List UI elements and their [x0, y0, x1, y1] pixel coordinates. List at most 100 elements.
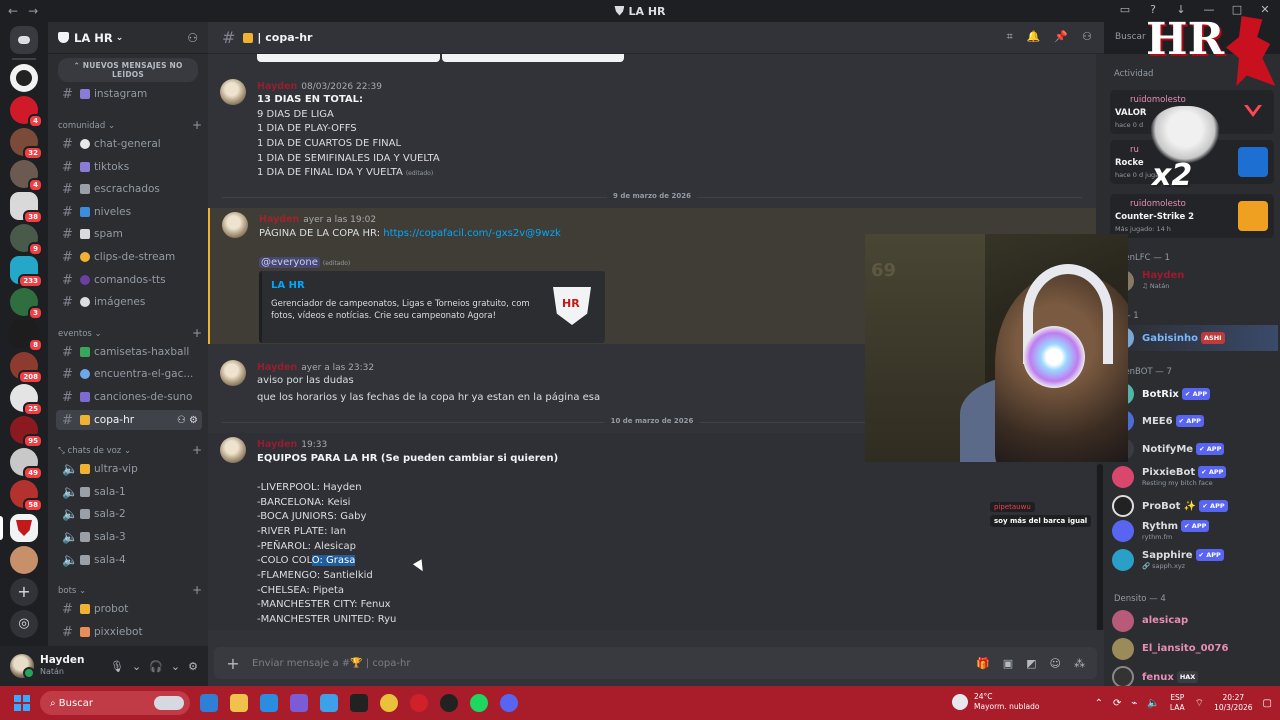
channel-escrachados[interactable]: # escrachados: [56, 179, 202, 199]
message-author[interactable]: Hayden: [257, 439, 297, 450]
capture-icon[interactable]: [350, 694, 368, 712]
member-item[interactable]: ProBot ✨ ✔ APP: [1112, 493, 1278, 519]
server-icon-13[interactable]: 49: [10, 448, 43, 480]
category-eventos[interactable]: eventos ⌄ +: [58, 327, 202, 339]
clock[interactable]: 20:27 10/3/2026: [1214, 693, 1252, 713]
chrome-icon[interactable]: [380, 694, 398, 712]
voice-sala-2[interactable]: 🔈 sala-2: [56, 504, 202, 524]
add-channel-icon[interactable]: +: [192, 119, 202, 131]
calculator-icon[interactable]: [260, 694, 278, 712]
channel-imagenes[interactable]: # imágenes: [56, 292, 202, 312]
notification-bell-icon[interactable]: 🔔: [1027, 30, 1041, 44]
server-icon-folder[interactable]: 8: [10, 320, 43, 352]
avatar[interactable]: [10, 654, 35, 679]
channel-clips-de-stream[interactable]: # clips-de-stream: [56, 247, 202, 267]
add-channel-icon[interactable]: +: [192, 327, 202, 339]
channel-pixxiebot[interactable]: # pixxiebot: [56, 622, 202, 642]
add-channel-icon[interactable]: +: [192, 584, 202, 596]
volume-icon[interactable]: 🔈: [1147, 698, 1159, 709]
chevron-down-icon[interactable]: ⌄: [132, 660, 141, 673]
server-icon-red[interactable]: 4: [10, 96, 43, 128]
file-explorer-icon[interactable]: [230, 694, 248, 712]
store-icon[interactable]: [200, 694, 218, 712]
channel-canciones-de-suno[interactable]: # canciones-de-suno: [56, 387, 202, 407]
sticker-icon[interactable]: ◩: [1026, 657, 1036, 670]
server-icon-7[interactable]: 233: [10, 256, 43, 288]
channel-niveles[interactable]: # niveles: [56, 202, 202, 222]
member-item[interactable]: Hayden ♫ Natán: [1112, 268, 1278, 294]
chevron-down-icon[interactable]: ⌄: [171, 660, 180, 673]
member-item[interactable]: Rythm ✔ APP rythm.fm: [1112, 518, 1278, 544]
everyone-mention[interactable]: @everyone: [259, 257, 320, 268]
scrollbar-thumb[interactable]: [1097, 464, 1103, 634]
channel-copa-hr[interactable]: # copa-hr ⚇ ⚙: [56, 410, 202, 430]
wifi-icon[interactable]: ⌔: [1195, 697, 1204, 710]
server-icon-16[interactable]: [10, 546, 38, 574]
headphones-icon[interactable]: 🎧: [149, 660, 163, 673]
composer-placeholder[interactable]: Enviar mensaje a #🏆 | copa-hr: [252, 658, 410, 669]
category-chats-de-voz[interactable]: ⤡ chats de voz ⌄ +: [58, 444, 202, 456]
server-icon-14[interactable]: 58: [10, 480, 43, 512]
language-indicator[interactable]: ESP LAA: [1170, 693, 1185, 713]
copa-link[interactable]: https://copafacil.com/-gxs2v@9wzk: [383, 228, 561, 239]
spotify-icon[interactable]: [470, 694, 488, 712]
windows-start-icon[interactable]: [14, 695, 30, 711]
notifications-icon[interactable]: ▢: [1263, 698, 1272, 709]
server-icon-8[interactable]: 3: [10, 288, 43, 320]
discord-icon[interactable]: [500, 694, 518, 712]
gif-icon[interactable]: ▣: [1003, 657, 1013, 670]
image-attachment[interactable]: [442, 54, 624, 62]
invite-people-icon[interactable]: ⚇: [187, 31, 198, 45]
channel-encuentra-el-gac[interactable]: # encuentra-el-gac...: [56, 364, 202, 384]
member-item[interactable]: PixxieBot ✔ APP Resting my bitch face: [1112, 464, 1278, 490]
avatar[interactable]: [220, 360, 246, 386]
message-composer[interactable]: + Enviar mensaje a #🏆 | copa-hr 🎁 ▣ ◩ ☺ …: [214, 647, 1097, 679]
channel-settings-gear-icon[interactable]: ⚇ ⚙: [177, 415, 198, 426]
new-messages-pill[interactable]: ⌃ NUEVOS MENSAJES NO LEÍDOS: [58, 58, 198, 82]
add-attachment-button[interactable]: +: [214, 654, 252, 673]
member-item[interactable]: El_iansito_0076: [1112, 636, 1278, 662]
image-attachment[interactable]: [257, 54, 440, 62]
channel-chat-general[interactable]: # chat-general: [56, 134, 202, 154]
channel-camisetas-haxball[interactable]: # camisetas-haxball: [56, 342, 202, 362]
voice-sala-1[interactable]: 🔈 sala-1: [56, 482, 202, 502]
add-server-button[interactable]: +: [10, 578, 38, 606]
server-icon-12[interactable]: 95: [10, 416, 43, 448]
voice-sala-3[interactable]: 🔈 sala-3: [56, 527, 202, 547]
server-icon-4[interactable]: 4: [10, 160, 43, 192]
microphone-icon[interactable]: 🎙: [110, 660, 124, 673]
avatar[interactable]: [220, 437, 246, 463]
threads-icon[interactable]: ⌗: [1007, 30, 1013, 44]
emoji-icon[interactable]: ☺: [1050, 657, 1061, 670]
taskbar-search[interactable]: ⌕ Buscar: [40, 691, 190, 715]
member-item[interactable]: Gabisinho ASHI: [1112, 325, 1278, 351]
direct-messages-button[interactable]: [10, 26, 38, 54]
avatar[interactable]: [220, 79, 246, 105]
network-icon[interactable]: ⌁: [1131, 698, 1137, 709]
teams-icon[interactable]: [290, 694, 308, 712]
server-icon-la-hr[interactable]: [10, 514, 38, 542]
member-list-icon[interactable]: ⚇: [1082, 30, 1092, 44]
server-icon-3[interactable]: 32: [10, 128, 43, 160]
server-icon-5[interactable]: 38: [10, 192, 43, 224]
gift-icon[interactable]: 🎁: [976, 657, 990, 670]
member-item[interactable]: alesicap: [1112, 608, 1278, 634]
server-icon-11[interactable]: 25: [10, 384, 43, 416]
weather-widget[interactable]: 24°C Mayorm. nublado: [952, 692, 1039, 712]
channel-spam[interactable]: # spam: [56, 224, 202, 244]
channel-tiktoks[interactable]: # tiktoks: [56, 157, 202, 177]
server-icon-10[interactable]: 208: [10, 352, 43, 384]
member-item[interactable]: NotifyMe ✔ APP: [1112, 436, 1278, 462]
message-author[interactable]: Hayden: [257, 81, 297, 92]
category-comunidad[interactable]: comunidad ⌄ +: [58, 119, 202, 131]
server-icon-bear[interactable]: [10, 64, 38, 92]
message-author[interactable]: Hayden: [257, 362, 297, 373]
channel-instagram[interactable]: # instagram: [56, 84, 202, 104]
member-item[interactable]: BotRix ✔ APP: [1112, 381, 1278, 407]
voice-ultra-vip[interactable]: 🔈 ultra-vip: [56, 459, 202, 479]
server-header[interactable]: LA HR ⌄ ⚇: [48, 22, 208, 54]
member-item[interactable]: Sapphire ✔ APP 🔗 sapph.xyz: [1112, 547, 1278, 573]
server-icon-6[interactable]: 9: [10, 224, 43, 256]
user-settings-gear-icon[interactable]: ⚙: [188, 660, 198, 673]
chevron-up-icon[interactable]: ⌃: [1095, 698, 1103, 709]
